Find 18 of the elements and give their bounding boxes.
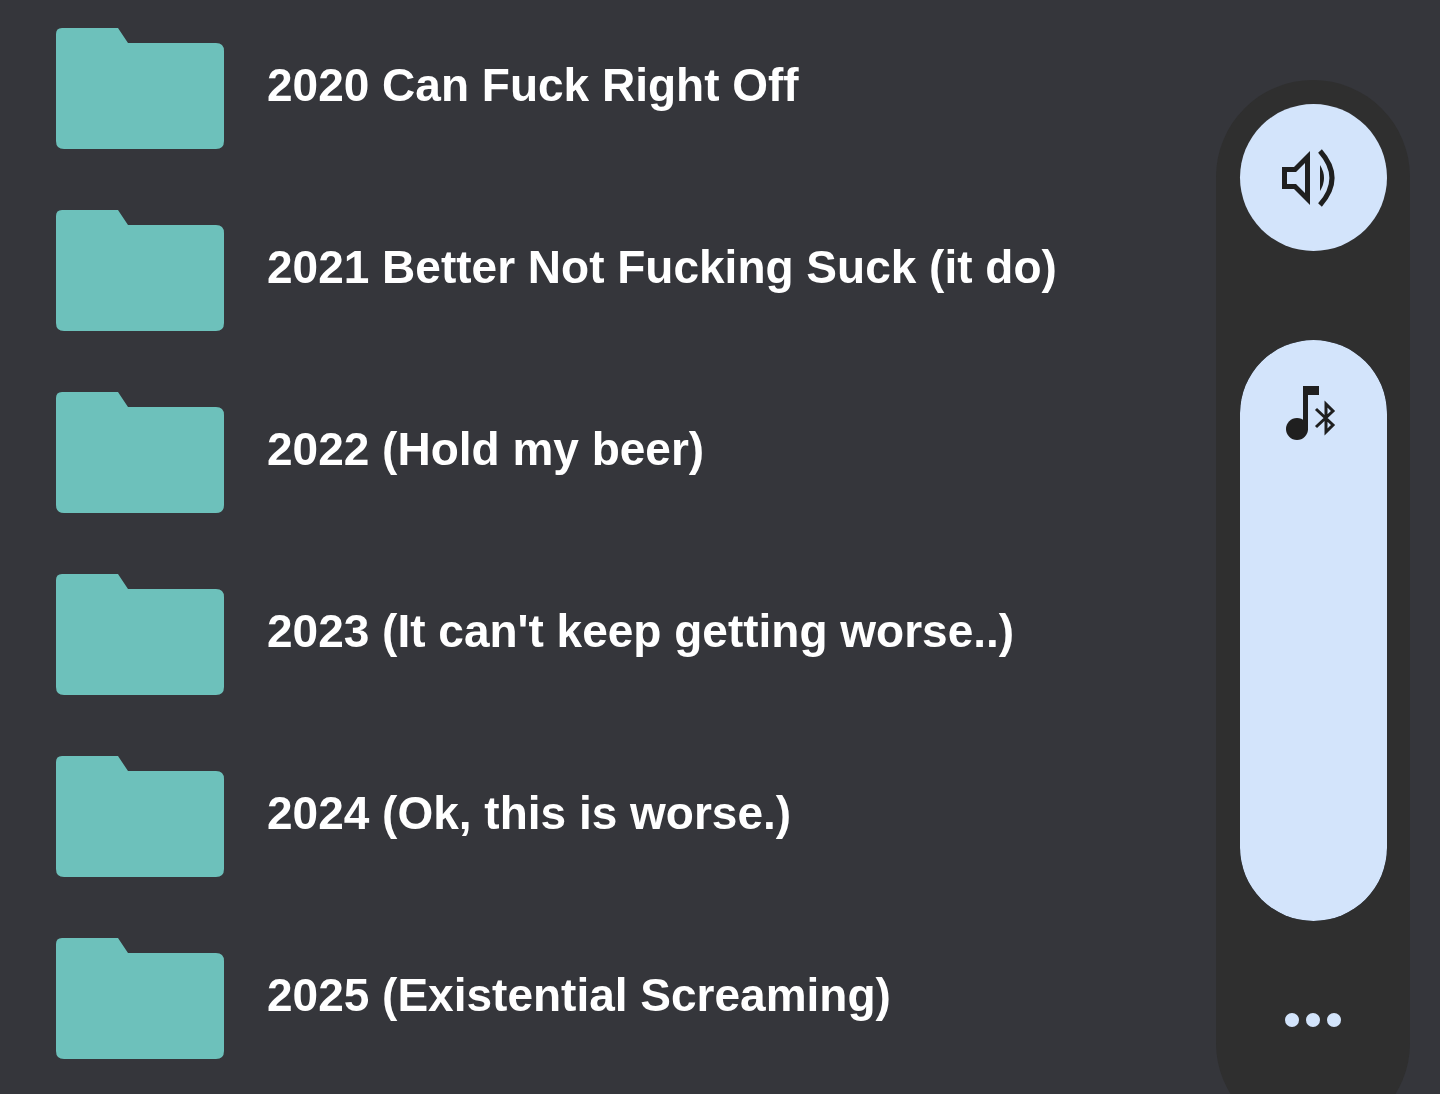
folder-item[interactable]: 2025 (Existential Screaming) — [56, 938, 1440, 1058]
folder-item[interactable]: 2022 (Hold my beer) — [56, 392, 1440, 512]
folder-item[interactable]: 2023 (It can't keep getting worse..) — [56, 574, 1440, 694]
folder-name: 2023 (It can't keep getting worse..) — [267, 604, 1015, 658]
folder-icon — [56, 755, 224, 877]
folder-name: 2025 (Existential Screaming) — [267, 968, 891, 1022]
folder-name: 2020 Can Fuck Right Off — [267, 58, 799, 112]
folder-icon — [56, 573, 224, 695]
folder-name: 2024 (Ok, this is worse.) — [267, 786, 792, 840]
folder-name: 2022 (Hold my beer) — [267, 422, 705, 476]
folder-icon — [56, 209, 224, 331]
folder-item[interactable]: 2024 (Ok, this is worse.) — [56, 756, 1440, 876]
folder-icon — [56, 27, 224, 149]
folder-item[interactable]: 2021 Better Not Fucking Suck (it do) — [56, 210, 1440, 330]
folder-icon — [56, 391, 224, 513]
folder-item[interactable]: 2020 Can Fuck Right Off — [56, 28, 1440, 148]
folder-icon — [56, 937, 224, 1059]
folder-name: 2021 Better Not Fucking Suck (it do) — [267, 240, 1057, 294]
